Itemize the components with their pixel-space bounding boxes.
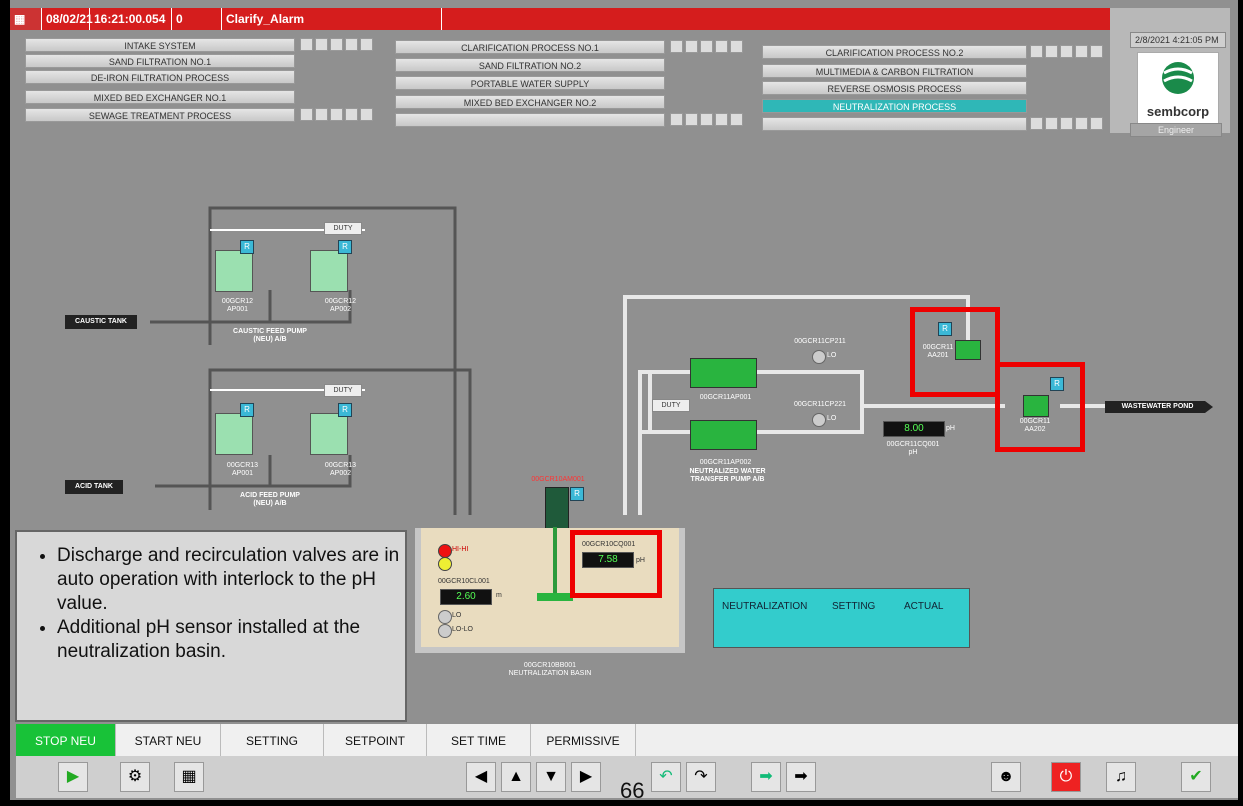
duty-indicator[interactable]: DUTY	[324, 222, 362, 235]
remote-indicator: R	[1050, 377, 1064, 391]
remote-indicator: R	[240, 240, 254, 254]
neu-panel-title: NEUTRALIZATION	[722, 601, 808, 612]
cp211-indicator	[812, 350, 826, 364]
cp221-tag: 00GCR11CP221	[793, 401, 846, 408]
play-icon[interactable]: ▶	[58, 762, 88, 792]
tab-start-neu[interactable]: START NEU	[116, 724, 221, 756]
caustic-pump-b-tag: 00GCR12 AP002	[324, 298, 357, 313]
basin-level-value[interactable]: 2.60	[440, 589, 492, 605]
lo-label: LO	[452, 612, 462, 619]
caustic-feed-pump-label: CAUSTIC FEED PUMP (NEU) A/B	[233, 328, 307, 343]
sound-icon[interactable]: ♫	[1106, 762, 1136, 792]
acid-pump-a[interactable]	[215, 413, 253, 455]
outlet-ph-unit: pH	[946, 425, 955, 432]
users-icon[interactable]: ☻	[991, 762, 1021, 792]
hi-hi-indicator	[438, 544, 452, 558]
remote-indicator: R	[338, 403, 352, 417]
undo-icon[interactable]: ↶	[651, 762, 681, 792]
document-icon[interactable]: ▦	[174, 762, 204, 792]
tab-set-time[interactable]: SET TIME	[427, 724, 531, 756]
transfer-pump-label: NEUTRALIZED WATER TRANSFER PUMP A/B	[689, 468, 766, 483]
export-icon[interactable]: ➡	[751, 762, 781, 792]
command-bar: STOP NEU START NEU SETTING SETPOINT SET …	[16, 724, 1238, 756]
basin-ph-unit: pH	[636, 557, 645, 564]
valve-aa201[interactable]	[955, 340, 981, 360]
arrow-right-icon[interactable]: ▶	[571, 762, 601, 792]
cp211-tag: 00GCR11CP211	[794, 338, 846, 345]
acid-tank-tag[interactable]: ACID TANK	[65, 480, 123, 494]
caustic-pump-b[interactable]	[310, 250, 348, 292]
outlet-ph-tag: 00GCR11CQ001 pH	[886, 441, 940, 456]
remote-indicator: R	[570, 487, 584, 501]
power-icon[interactable]: ⏻	[1051, 762, 1081, 792]
remote-indicator: R	[938, 322, 952, 336]
cp221-lo: LO	[827, 415, 837, 422]
remote-indicator: R	[240, 403, 254, 417]
duty-indicator[interactable]: DUTY	[652, 399, 690, 412]
arrow-left-icon[interactable]: ◀	[466, 762, 496, 792]
lo-indicator	[438, 610, 452, 624]
agitator-motor[interactable]	[545, 487, 569, 529]
tool-icon[interactable]: ⚙	[120, 762, 150, 792]
hi-indicator	[438, 557, 452, 571]
tab-stop-neu[interactable]: STOP NEU	[16, 724, 116, 756]
redo-icon[interactable]: ↷	[686, 762, 716, 792]
valve-aa202[interactable]	[1023, 395, 1049, 417]
duty-indicator[interactable]: DUTY	[324, 384, 362, 397]
transfer-pump-a[interactable]	[690, 358, 757, 388]
outlet-ph-value[interactable]: 8.00	[883, 421, 945, 437]
arrow-up-icon[interactable]: ▲	[501, 762, 531, 792]
transfer-pump-a-tag: 00GCR11AP001	[699, 394, 752, 401]
acid-pump-b-tag: 00GCR13 AP002	[324, 462, 357, 477]
caustic-pump-a-tag: 00GCR12 AP001	[221, 298, 254, 313]
neu-panel-setting: SETTING	[832, 601, 876, 612]
acknowledge-icon[interactable]: ✔	[1181, 762, 1211, 792]
caustic-pump-a[interactable]	[215, 250, 253, 292]
note-bullet-1: Discharge and recirculation valves are i…	[57, 544, 405, 616]
wastewater-pond-tag[interactable]: WASTEWATER POND	[1110, 403, 1205, 411]
tab-permissive[interactable]: PERMISSIVE	[531, 724, 636, 756]
caustic-tank-tag[interactable]: CAUSTIC TANK	[65, 315, 137, 329]
arrow-down-icon[interactable]: ▼	[536, 762, 566, 792]
neu-panel-actual: ACTUAL	[904, 601, 944, 612]
transfer-pump-b-tag: 00GCR11AP002	[699, 459, 752, 466]
valve-aa202-tag: 00GCR11 AA202	[1019, 418, 1051, 433]
page-number: 66	[620, 778, 645, 803]
basin-level-tag: 00GCR10CL001	[438, 578, 490, 585]
cp211-lo: LO	[827, 352, 837, 359]
transfer-pump-b[interactable]	[690, 420, 757, 450]
cp221-indicator	[812, 413, 826, 427]
acid-pump-a-tag: 00GCR13 AP001	[226, 462, 259, 477]
acid-feed-pump-label: ACID FEED PUMP (NEU) A/B	[240, 492, 300, 507]
agitator-shaft	[553, 527, 557, 597]
annotation-note: Discharge and recirculation valves are i…	[15, 530, 407, 722]
remote-indicator: R	[338, 240, 352, 254]
lo-lo-label: LO-LO	[452, 626, 474, 633]
tab-setting[interactable]: SETTING	[221, 724, 324, 756]
tab-setpoint[interactable]: SETPOINT	[324, 724, 427, 756]
basin-level-unit: m	[496, 592, 502, 599]
agitator-tag: 00GCR10AM001	[531, 476, 585, 483]
hi-hi-label: HI-HI	[452, 546, 469, 553]
note-bullet-2: Additional pH sensor installed at the ne…	[57, 616, 405, 664]
forward-icon[interactable]: ➡	[786, 762, 816, 792]
basin-ph-value[interactable]: 7.58	[582, 552, 634, 568]
neutralization-panel[interactable]: NEUTRALIZATION SETTING ACTUAL	[713, 588, 970, 648]
valve-aa201-tag: 00GCR11 AA201	[922, 344, 954, 359]
acid-pump-b[interactable]	[310, 413, 348, 455]
lo-lo-indicator	[438, 624, 452, 638]
agitator-blade	[537, 593, 573, 601]
basin-tag: 00GCR10BB001 NEUTRALIZATION BASIN	[508, 662, 592, 677]
basin-ph-tag: 00GCR10CQ001	[582, 541, 636, 548]
